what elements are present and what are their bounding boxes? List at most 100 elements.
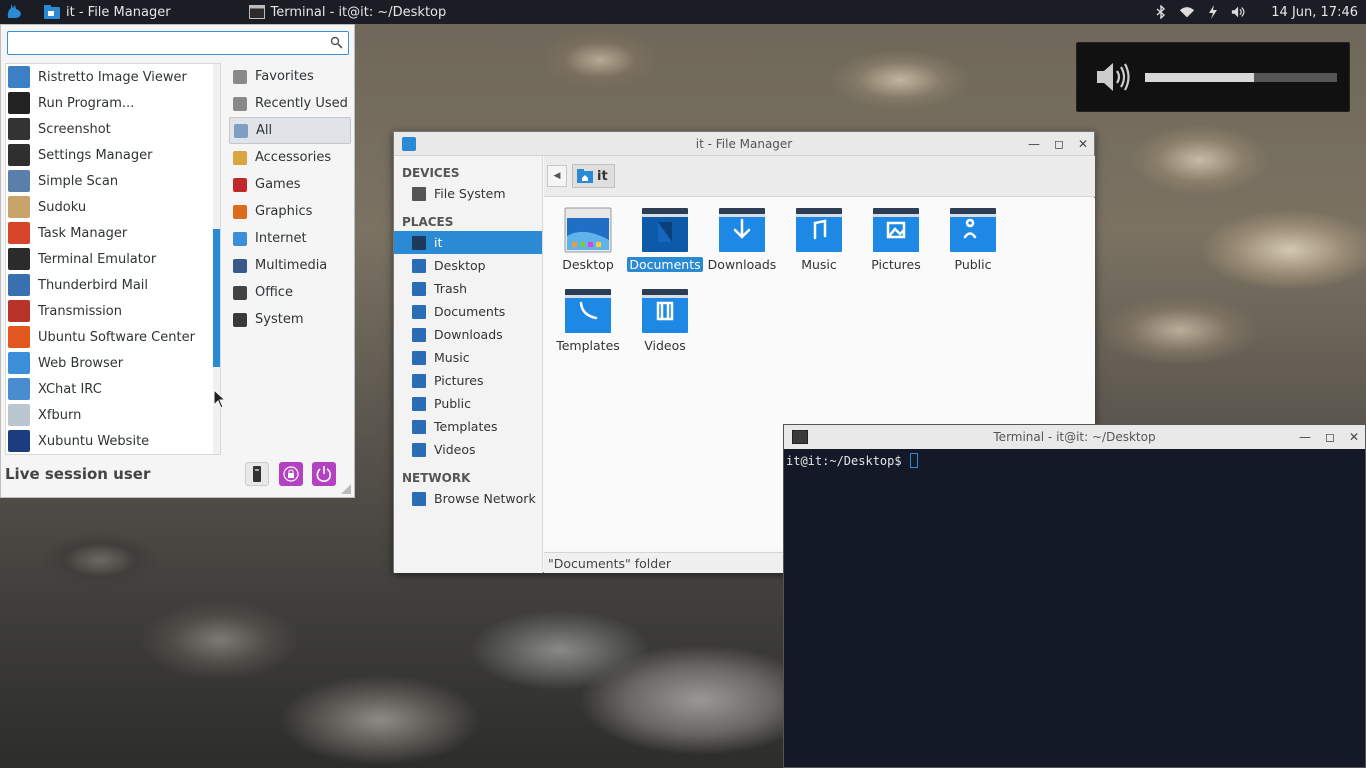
path-crumb-home[interactable]: it [572, 164, 615, 188]
list-item[interactable]: Ristretto Image Viewer [6, 64, 220, 90]
volume-icon[interactable] [1231, 4, 1247, 20]
category-item[interactable]: Internet [229, 225, 351, 252]
sidebar-item[interactable]: Downloads [394, 323, 542, 346]
sidebar-item[interactable]: Trash [394, 277, 542, 300]
list-item[interactable]: XChat IRC [6, 376, 220, 402]
templates-folder-icon [565, 289, 611, 333]
sidebar-item[interactable]: Browse Network [394, 487, 542, 510]
lock-screen-button[interactable] [279, 462, 303, 486]
task-terminal[interactable]: Terminal - it@it: ~/Desktop [239, 0, 457, 24]
sidebar-item-icon [412, 373, 426, 388]
folder-label: Documents [627, 257, 703, 272]
app-label: Task Manager [38, 225, 128, 241]
category-item[interactable]: All [229, 117, 351, 144]
search-icon [330, 36, 343, 49]
category-icon [233, 231, 247, 246]
clock[interactable]: 14 Jun, 17:46 [1271, 5, 1358, 20]
category-item[interactable]: Recently Used [229, 90, 351, 117]
terminal-titlebar[interactable]: Terminal - it@it: ~/Desktop — ◻ ✕ [784, 425, 1365, 449]
resize-grip-icon[interactable] [341, 484, 351, 494]
app-icon [8, 170, 30, 192]
power-button[interactable] [312, 462, 336, 486]
app-label: Screenshot [38, 121, 111, 137]
category-icon [234, 123, 248, 138]
wifi-icon[interactable] [1179, 4, 1195, 20]
maximize-button[interactable]: ◻ [1054, 137, 1064, 151]
app-icon [8, 92, 30, 114]
folder-label: Videos [644, 338, 686, 353]
close-button[interactable]: ✕ [1078, 137, 1088, 151]
volume-level-bar [1145, 73, 1337, 82]
list-item[interactable]: Sudoku [6, 194, 220, 220]
system-tray: 14 Jun, 17:46 [1153, 0, 1366, 24]
list-item[interactable]: Screenshot [6, 116, 220, 142]
app-icon [8, 118, 30, 140]
sidebar-item-icon [412, 396, 426, 411]
list-item[interactable]: Thunderbird Mail [6, 272, 220, 298]
list-item[interactable]: Transmission [6, 298, 220, 324]
bluetooth-icon[interactable] [1153, 4, 1169, 20]
app-label: XChat IRC [38, 381, 102, 397]
file-manager-titlebar[interactable]: it - File Manager — ◻ ✕ [394, 132, 1094, 156]
minimize-button[interactable]: — [1028, 137, 1040, 151]
folder-item[interactable]: Music [783, 206, 855, 272]
settings-icon [253, 466, 261, 482]
search-field[interactable] [7, 31, 349, 55]
whisker-menu-button[interactable] [0, 0, 28, 24]
sidebar-item-icon [412, 281, 426, 296]
sidebar-item[interactable]: it [394, 231, 542, 254]
app-icon [8, 430, 30, 452]
list-item[interactable]: Settings Manager [6, 142, 220, 168]
sidebar-item[interactable]: File System [394, 182, 542, 205]
category-label: Recently Used [255, 96, 348, 111]
close-button[interactable]: ✕ [1349, 430, 1359, 444]
sidebar-item[interactable]: Documents [394, 300, 542, 323]
scrollbar-thumb[interactable] [213, 229, 220, 367]
folder-item[interactable]: Desktop [552, 206, 624, 272]
list-item[interactable]: Xubuntu Website [6, 428, 220, 454]
folder-item[interactable]: Templates [552, 287, 624, 353]
list-item[interactable]: Terminal Emulator [6, 246, 220, 272]
list-item[interactable]: Run Program... [6, 90, 220, 116]
sidebar-item[interactable]: Public [394, 392, 542, 415]
list-item[interactable]: Xfburn [6, 402, 220, 428]
sidebar-item[interactable]: Desktop [394, 254, 542, 277]
list-item[interactable]: Ubuntu Software Center [6, 324, 220, 350]
folder-item[interactable]: Downloads [706, 206, 778, 272]
whisker-menu: Ristretto Image Viewer Run Program... Scre… [0, 24, 355, 498]
list-item[interactable]: Web Browser [6, 350, 220, 376]
section-places: PLACES [402, 215, 454, 229]
search-input[interactable] [8, 32, 318, 54]
sidebar-item[interactable]: Pictures [394, 369, 542, 392]
minimize-button[interactable]: — [1299, 430, 1311, 444]
sidebar-item[interactable]: Music [394, 346, 542, 369]
sidebar-item[interactable]: Videos [394, 438, 542, 461]
folder-item[interactable]: Videos [629, 287, 701, 353]
folder-item[interactable]: Documents [627, 206, 703, 272]
category-item[interactable]: Favorites [229, 63, 351, 90]
category-item[interactable]: Multimedia [229, 252, 351, 279]
folder-item[interactable]: Public [937, 206, 1009, 272]
sidebar-item-label: Downloads [434, 327, 503, 342]
category-item[interactable]: Games [229, 171, 351, 198]
settings-button[interactable] [245, 462, 269, 486]
category-item[interactable]: Graphics [229, 198, 351, 225]
back-button[interactable]: ◀ [547, 165, 567, 187]
maximize-button[interactable]: ◻ [1325, 430, 1335, 444]
category-item[interactable]: Office [229, 279, 351, 306]
category-item[interactable]: System [229, 306, 351, 333]
sidebar-item[interactable]: Templates [394, 415, 542, 438]
pictures-folder-icon [873, 208, 919, 252]
list-item[interactable]: Simple Scan [6, 168, 220, 194]
sidebar-item-icon [412, 186, 426, 201]
app-icon [8, 144, 30, 166]
app-icon [8, 196, 30, 218]
list-item[interactable]: Task Manager [6, 220, 220, 246]
terminal-body[interactable]: it@it:~/Desktop$ [784, 449, 1365, 472]
category-item[interactable]: Accessories [229, 144, 351, 171]
category-icon [233, 177, 247, 192]
app-label: Transmission [38, 303, 122, 319]
task-file-manager[interactable]: it - File Manager [34, 0, 181, 24]
battery-charging-icon[interactable] [1205, 4, 1221, 20]
folder-item[interactable]: Pictures [860, 206, 932, 272]
